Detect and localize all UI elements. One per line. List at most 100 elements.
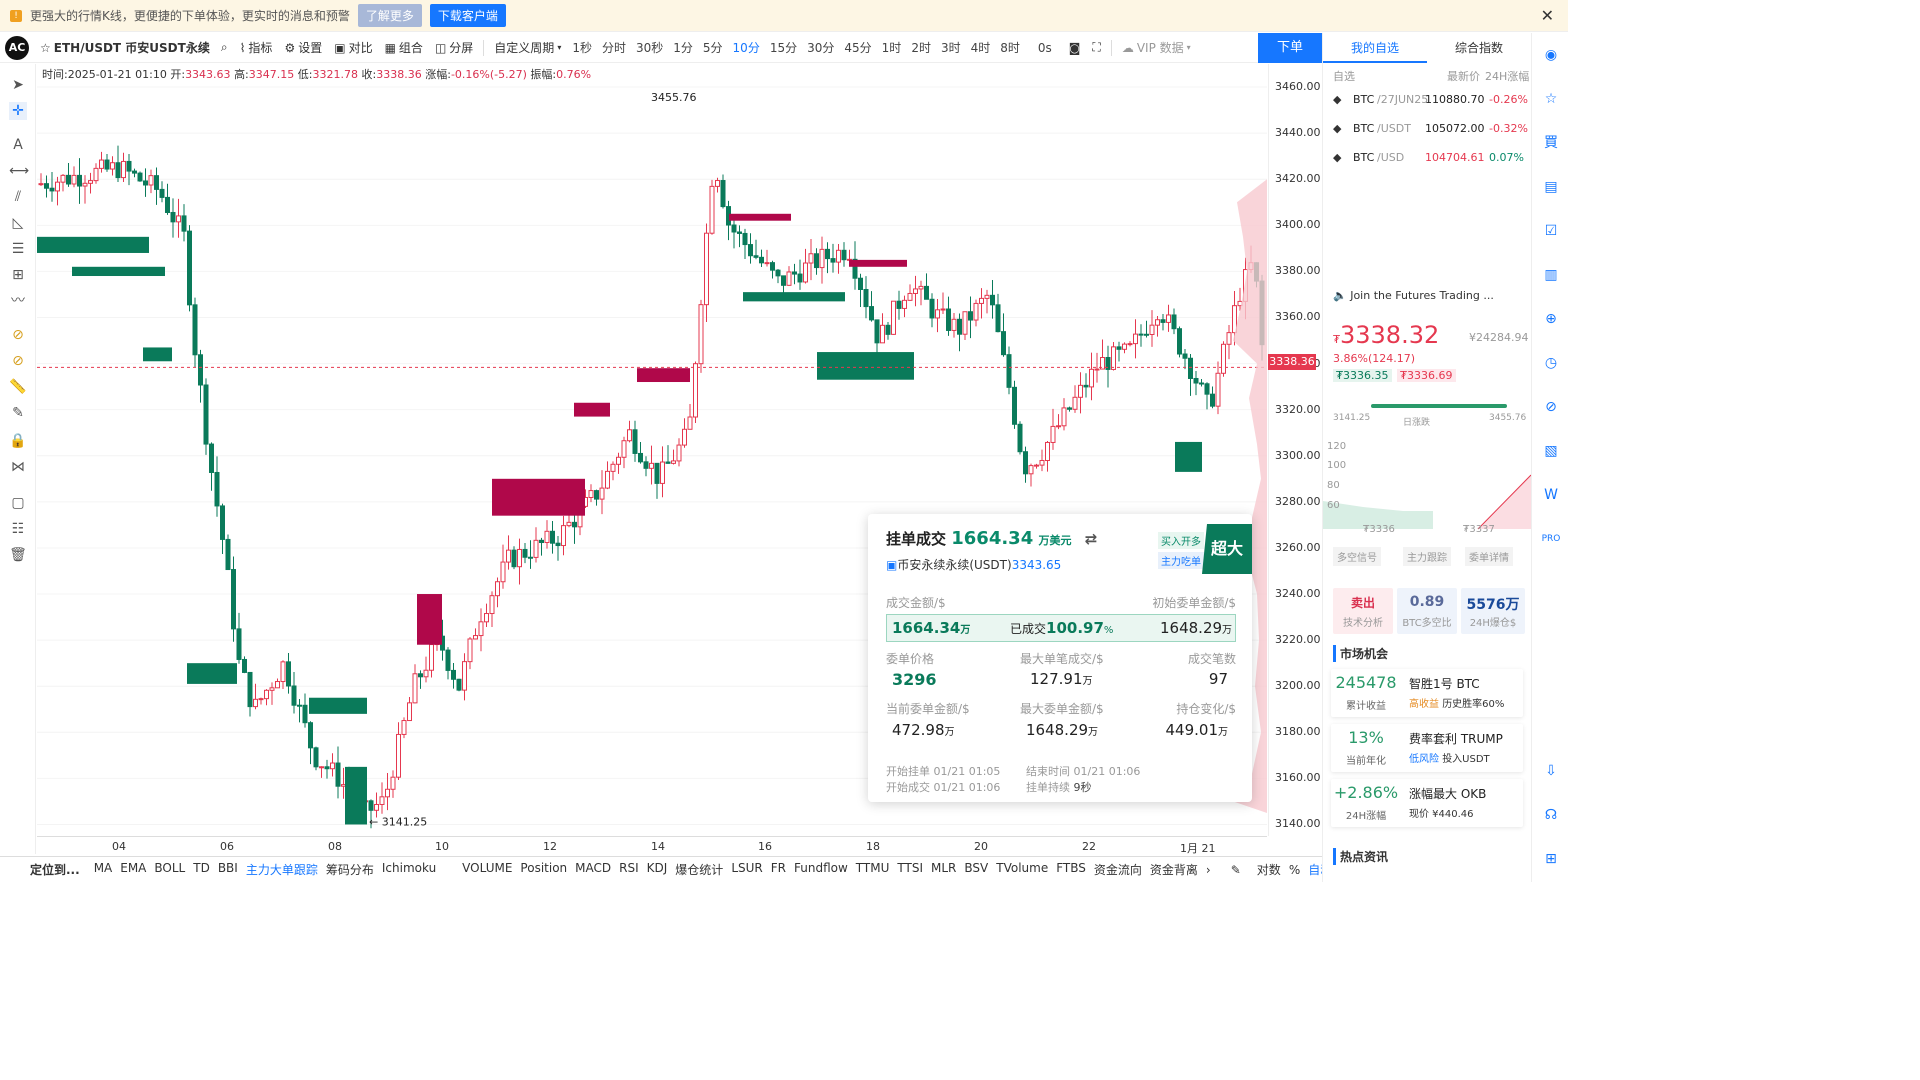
indicator-3[interactable]: TD [189,861,214,878]
pro-icon[interactable]: PRO [1541,529,1561,549]
bar-chart-icon[interactable]: ▥ [1541,265,1561,285]
triangle-tool-icon[interactable]: ◺ [9,214,27,232]
compass-icon[interactable]: ⊘ [1541,397,1561,417]
close-icon[interactable]: ✕ [1541,6,1554,25]
indicator-20[interactable]: BSV [960,861,992,878]
indicator-6[interactable]: 筹码分布 [322,861,378,878]
text-tool-icon[interactable]: A [9,136,27,154]
indicator-18[interactable]: TTSI [893,861,927,878]
indicator-9[interactable]: Position [516,861,571,878]
tab-orders[interactable]: 委单详情 [1465,547,1513,566]
swap-icon[interactable]: ⇄ [1085,530,1098,548]
tab-main-track[interactable]: 主力跟踪 [1403,547,1451,566]
fullscreen-icon[interactable]: ⛶ [1086,40,1106,55]
time-axis[interactable]: 04 06 08 10 12 14 16 18 20 22 1月 21 [37,836,1267,856]
line-tool-icon[interactable]: ⟷ [9,162,29,180]
search-icon[interactable]: ⌕ [221,40,228,55]
watch-row[interactable]: ◆ BTC/27JUN25 110880.70 -0.26% [1331,91,1528,111]
chevron-right-icon[interactable]: › [1202,863,1215,877]
watchlist-icon[interactable]: ☆ [1541,89,1561,109]
indicator-15[interactable]: FR [767,861,790,878]
opportunity-card[interactable]: +2.86% 24H涨幅 涨幅最大 OKB 现价 ¥440.46 [1331,779,1523,827]
trash-icon[interactable]: 🗑 [9,546,27,564]
fib-tool-icon[interactable]: ☰ [9,240,27,258]
log-scale-toggle[interactable]: 对数 [1253,861,1285,878]
stat-liq-card[interactable]: 5576万 24H爆仓$ [1461,588,1525,634]
tab-watchlist[interactable]: 我的自选 [1323,33,1427,63]
cursor-arrow-icon[interactable]: ➤ [9,76,27,94]
wallet-icon[interactable]: W [1541,485,1561,505]
ruler-icon[interactable]: 📏 [9,378,27,396]
brush-icon[interactable]: ✎ [9,404,27,422]
indicator-24[interactable]: 资金背离 [1146,861,1202,878]
indicator-16[interactable]: Fundflow [790,861,852,878]
watch-row[interactable]: ◆ BTC/USDT 105072.00 -0.32% [1331,120,1528,140]
percent-toggle[interactable]: % [1285,863,1304,877]
indicator-8[interactable]: VOLUME [458,861,516,878]
combine-button[interactable]: ▦ 组合 [379,39,429,56]
watch-head-name[interactable]: 自选 [1333,68,1355,84]
timeframe-10[interactable]: 2时 [906,39,936,56]
timeframe-8[interactable]: 45分 [839,39,876,56]
opportunity-card[interactable]: 13% 当前年化 费率套利 TRUMP 低风险 投入USDT [1331,724,1523,772]
indicator-23[interactable]: 资金流向 [1090,861,1146,878]
indicator-12[interactable]: KDJ [643,861,672,878]
timeframe-0[interactable]: 1秒 [567,39,597,56]
timeframe-7[interactable]: 30分 [802,39,839,56]
notice[interactable]: 🔈 Join the Futures Trading ... [1333,289,1494,302]
timeframe-11[interactable]: 3时 [936,39,966,56]
home-icon[interactable]: ◉ [1541,45,1561,65]
symbol-selector[interactable]: ☆ ETH/USDT 币安USDT永续 ⌕ [34,39,234,56]
split-screen-button[interactable]: ◫ 分屏 [429,39,479,56]
indicator-5[interactable]: 主力大单跟踪 [242,861,322,878]
edit-list-icon[interactable]: ☷ [9,520,27,538]
timeframe-13[interactable]: 8时 [995,39,1025,56]
timeframe-12[interactable]: 4时 [966,39,996,56]
watch-row[interactable]: ◆ BTC/USD 104704.61 0.07% [1331,149,1527,169]
bookmark-icon[interactable]: ▢ [9,494,27,512]
clock-icon[interactable]: ◷ [1541,353,1561,373]
indicator-0[interactable]: MA [90,861,117,878]
timeframe-3[interactable]: 1分 [668,39,698,56]
indicator-1[interactable]: EMA [116,861,150,878]
timeframe-2[interactable]: 30秒 [631,39,668,56]
indicator-19[interactable]: MLR [927,861,960,878]
document-icon[interactable]: ▧ [1541,441,1561,461]
opportunity-card[interactable]: 245478 累计收益 智胜1号 BTC 高收益 历史胜率60% [1331,669,1523,717]
stat-sell-card[interactable]: 卖出 技术分析 [1333,588,1393,634]
grid-icon[interactable]: ⊞ [1541,849,1561,869]
indicator-22[interactable]: FTBS [1052,861,1090,878]
crosshair-icon[interactable]: ✛ [9,102,27,120]
camera-icon[interactable]: ◙ [1063,41,1087,55]
pattern-tool-icon[interactable]: ⊘ [9,326,27,344]
hide-drawings-icon[interactable]: ⋈ [9,458,27,476]
add-page-icon[interactable]: ⊕ [1541,309,1561,329]
indicator-13[interactable]: 爆仓统计 [671,861,727,878]
indicators-button[interactable]: ⌇ 指标 [234,39,279,56]
indicator-7[interactable]: Ichimoku [378,861,440,878]
measure-tool-icon[interactable]: ⊞ [9,266,27,284]
timeframe-1[interactable]: 分时 [597,39,631,56]
timeframe-5[interactable]: 10分 [728,39,765,56]
timeframe-9[interactable]: 1时 [877,39,907,56]
custom-period-dropdown[interactable]: 自定义周期 ▾ [488,39,567,56]
indicator-10[interactable]: MACD [571,861,615,878]
stat-ratio-card[interactable]: 0.89 BTC多空比 [1397,588,1457,634]
pattern2-tool-icon[interactable]: ⊘ [9,352,27,370]
auto-scale-toggle[interactable]: 自动 [1304,861,1322,878]
wave-tool-icon[interactable]: 〰 [9,292,27,310]
compare-button[interactable]: ▣ 对比 [328,39,378,56]
headset-icon[interactable]: ☊ [1541,805,1561,825]
indicator-17[interactable]: TTMU [852,861,894,878]
price-axis[interactable]: 3460.00 3440.00 3420.00 3400.00 3380.00 3360.… [1268,64,1322,836]
indicator-11[interactable]: RSI [615,861,643,878]
indicator-4[interactable]: BBI [214,861,242,878]
star-icon[interactable]: ☆ [40,41,51,55]
indicator-2[interactable]: BOLL [150,861,189,878]
timeframe-6[interactable]: 15分 [765,39,802,56]
checklist-icon[interactable]: ☑ [1541,221,1561,241]
place-order-button[interactable]: 下单 [1258,33,1322,63]
download-icon[interactable]: ⇩ [1541,761,1561,781]
learn-more-button[interactable]: 了解更多 [357,4,422,27]
buy-icon[interactable]: 買 [1541,133,1561,153]
